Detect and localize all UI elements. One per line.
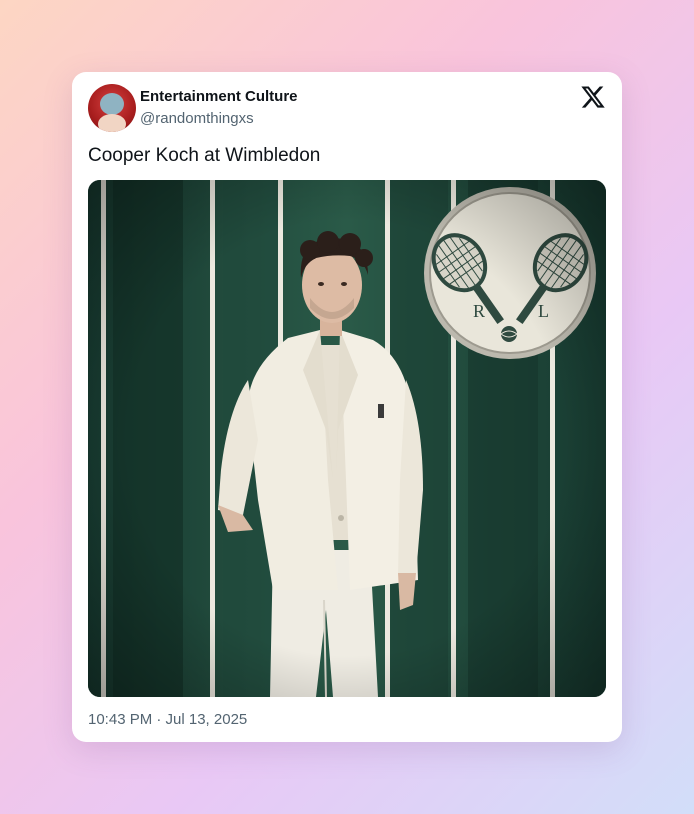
tweet-card[interactable]: Entertainment Culture @randomthingxs Coo… bbox=[72, 72, 622, 742]
photo-illustration: R L bbox=[88, 180, 606, 697]
tweet-timestamp[interactable]: 10:43 PM · Jul 13, 2025 bbox=[88, 711, 247, 728]
tweet-text: Cooper Koch at Wimbledon bbox=[88, 145, 321, 166]
tweet-photo[interactable]: R L bbox=[88, 180, 606, 697]
author-avatar[interactable] bbox=[88, 84, 136, 132]
x-logo-icon[interactable] bbox=[580, 84, 606, 110]
author-name[interactable]: Entertainment Culture bbox=[140, 88, 298, 105]
author-handle[interactable]: @randomthingxs bbox=[140, 110, 254, 127]
